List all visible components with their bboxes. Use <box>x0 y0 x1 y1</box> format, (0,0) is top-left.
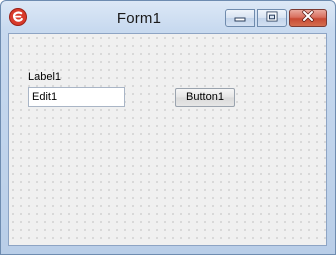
close-icon <box>301 9 315 27</box>
form-designer-surface[interactable]: Label1 Button1 <box>8 33 327 246</box>
maximize-icon <box>266 9 278 27</box>
close-button[interactable] <box>289 9 327 27</box>
minimize-icon <box>234 9 246 27</box>
title-bar[interactable]: Form1 <box>1 1 335 33</box>
button1[interactable]: Button1 <box>175 88 235 107</box>
minimize-button[interactable] <box>225 9 255 27</box>
maximize-button[interactable] <box>257 9 287 27</box>
application-window: Form1 Label1 Edit1 Button1 <box>0 0 336 255</box>
label1: Label1 <box>28 71 62 83</box>
edit1-field[interactable] <box>28 87 125 107</box>
